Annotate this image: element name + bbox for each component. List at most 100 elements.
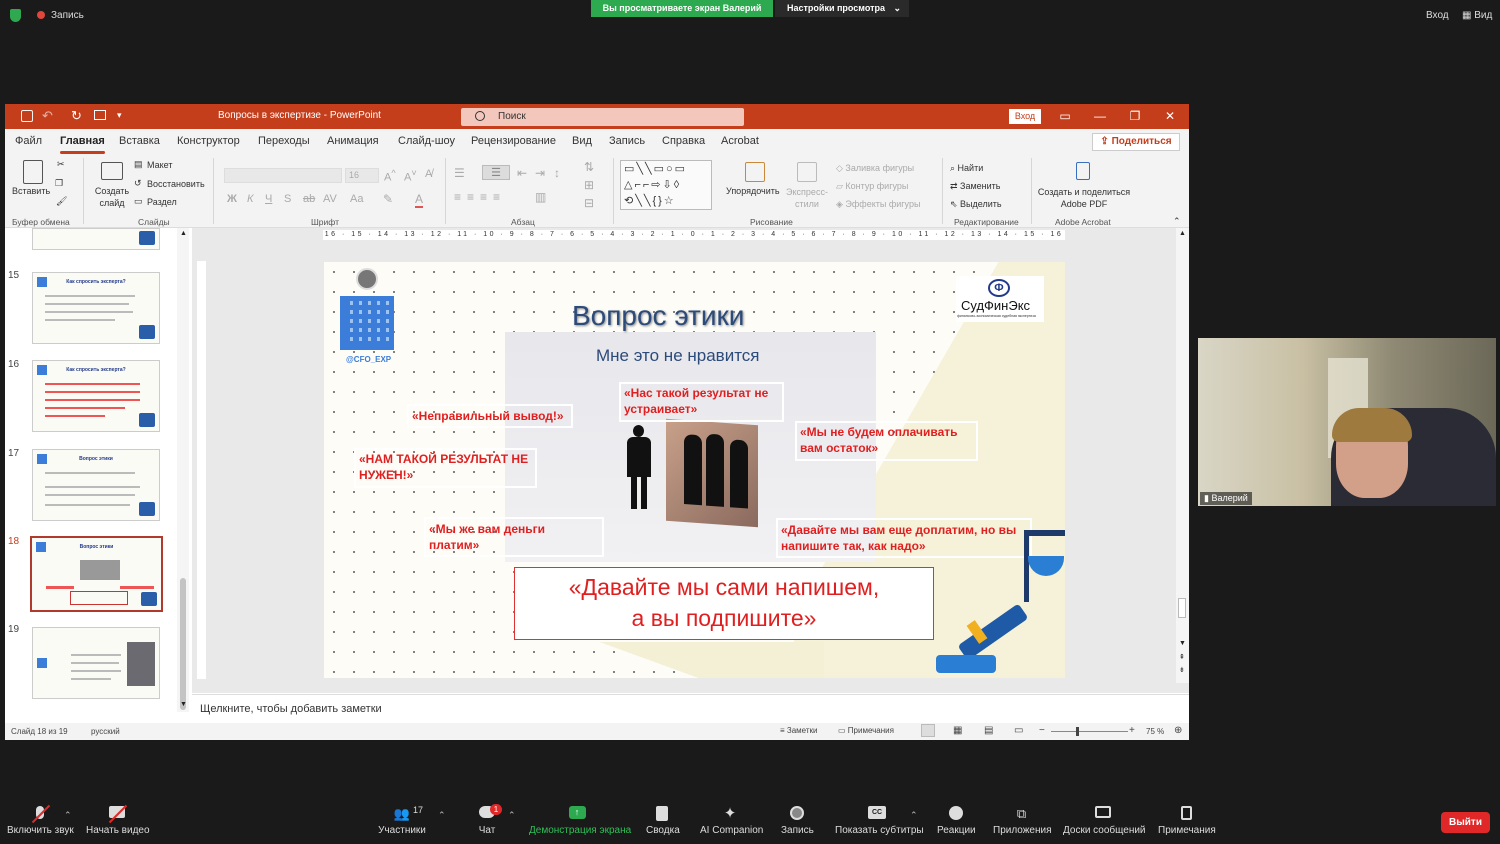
tab-home[interactable]: Главная [60, 135, 105, 154]
text-direction-icon[interactable]: ⇅ [584, 160, 594, 174]
apps-button[interactable]: ⧉ Приложения [993, 796, 1052, 836]
section-button[interactable]: Раздел [147, 197, 177, 207]
share-screen-button[interactable]: ↑ Демонстрация экрана [529, 796, 631, 836]
highlight-icon[interactable]: ✎ [383, 192, 393, 206]
notes-toggle[interactable]: ≡ Заметки [780, 726, 818, 735]
tab-view[interactable]: Вид [572, 135, 592, 147]
ai-companion-button[interactable]: ✦ AI Companion [700, 796, 763, 837]
tab-file[interactable]: Файл [15, 135, 42, 147]
quick-styles-icon[interactable] [797, 162, 817, 182]
replace-button[interactable]: ⇄ Заменить [950, 181, 1001, 192]
scroll-down-icon[interactable]: ▼ [1179, 640, 1186, 647]
decrease-font-icon[interactable]: A˅ [404, 168, 417, 184]
tab-insert[interactable]: Вставка [119, 135, 160, 147]
restore-icon[interactable]: ❐ [1125, 108, 1145, 125]
tab-help[interactable]: Справка [662, 135, 705, 147]
notes-pane[interactable]: Щелкните, чтобы добавить заметки [192, 694, 1189, 723]
font-name-select[interactable] [224, 168, 342, 183]
reading-view-icon[interactable]: ▤ [984, 725, 993, 736]
recording-label[interactable]: Запись [51, 10, 84, 21]
reset-button[interactable]: Восстановить [147, 179, 205, 189]
audio-options-chevron-icon[interactable]: ⌃ [64, 810, 72, 821]
slide-sorter-icon[interactable]: ▦ [953, 725, 962, 736]
line-spacing-icon[interactable]: ↕ [554, 166, 560, 180]
slide-thumbnail-16[interactable]: Как спросить эксперта? [32, 360, 160, 432]
underline-button[interactable]: Ч [265, 193, 272, 205]
cut-icon[interactable]: ✂ [57, 159, 65, 170]
tab-record[interactable]: Запись [609, 135, 645, 147]
arrange-icon[interactable] [745, 162, 765, 182]
chat-button[interactable]: Чат [475, 796, 499, 836]
scroll-up-icon[interactable]: ▲ [1179, 230, 1186, 237]
undo-icon[interactable]: ↶ [42, 108, 53, 124]
tab-acrobat[interactable]: Acrobat [721, 135, 759, 147]
enter-fullscreen-button[interactable]: Вход [1426, 10, 1449, 21]
increase-font-icon[interactable]: A^ [384, 168, 396, 184]
align-text-icon[interactable]: ⊞ [584, 178, 594, 192]
shapes-gallery[interactable]: ▭╲╲▭○▭ △⌐⌐⇨⇩◊ ⟲╲╲{}☆ [620, 160, 712, 210]
tab-animations[interactable]: Анимация [327, 135, 379, 147]
editor-scrollbar[interactable]: ▲ ▼ ⇞ ⇟ [1176, 228, 1189, 683]
slide-thumbnail-15[interactable]: Как спросить эксперта? [32, 272, 160, 344]
pdf-icon[interactable] [1076, 162, 1090, 180]
font-color-icon[interactable]: A [415, 192, 424, 208]
decrease-indent-icon[interactable]: ⇤ [517, 166, 527, 180]
zoom-level[interactable]: 75 % [1146, 727, 1164, 736]
change-case-icon[interactable]: Aa [350, 193, 363, 205]
minimize-icon[interactable]: — [1090, 108, 1110, 125]
notes-placeholder[interactable]: Щелкните, чтобы добавить заметки [200, 703, 382, 715]
slide-thumbnail-17[interactable]: Вопрос этики [32, 449, 160, 521]
next-slide-icon[interactable]: ⇟ [1179, 666, 1185, 674]
slide-thumbnail-18-selected[interactable]: Вопрос этики [30, 536, 163, 612]
slide-thumbnail-19[interactable] [32, 627, 160, 699]
close-icon[interactable]: ✕ [1160, 108, 1180, 125]
leave-button[interactable]: Выйти [1441, 812, 1490, 833]
smartart-icon[interactable]: ⊟ [584, 196, 594, 210]
shape-fill-button[interactable]: ◇ Заливка фигуры [836, 163, 914, 174]
comments-toggle[interactable]: ▭ Примечания [838, 726, 894, 735]
normal-view-icon[interactable] [921, 724, 935, 737]
format-painter-icon[interactable]: 🖌 [56, 196, 67, 207]
participants-options-chevron-icon[interactable]: ⌃ [438, 810, 446, 821]
clear-format-icon[interactable]: A̸ [425, 168, 432, 180]
prev-slide-icon[interactable]: ⇞ [1179, 653, 1185, 661]
copy-icon[interactable]: ❐ [55, 178, 63, 189]
present-icon[interactable] [94, 110, 106, 120]
view-button[interactable]: ▦ Вид [1462, 10, 1492, 21]
zoom-in-icon[interactable]: + [1129, 725, 1135, 736]
record-button[interactable]: Запись [781, 796, 814, 836]
shadow-button[interactable]: S [284, 193, 291, 205]
numbering-icon[interactable]: ☰ [482, 165, 510, 180]
customize-icon[interactable]: ▾ [117, 110, 122, 121]
language-indicator[interactable]: русский [91, 727, 120, 736]
collapse-ribbon-icon[interactable]: ⌃ [1173, 216, 1181, 227]
scrollbar-thumb[interactable] [180, 578, 186, 710]
columns-icon[interactable]: ▥ [535, 190, 546, 204]
zoom-slider-thumb[interactable] [1076, 727, 1079, 736]
sign-in-button[interactable]: Вход [1009, 109, 1041, 124]
arrange-button[interactable]: Упорядочить [726, 186, 780, 196]
italic-button[interactable]: К [247, 193, 253, 205]
participant-video[interactable]: ▮ Валерий [1198, 338, 1496, 506]
find-button[interactable]: ⌕ Найти [950, 163, 983, 174]
summary-button[interactable]: Сводка [646, 796, 680, 836]
select-button[interactable]: ⇖ Выделить [950, 199, 1002, 210]
align-buttons[interactable]: ≡≡≡≡ [454, 190, 506, 204]
bold-button[interactable]: Ж [227, 193, 237, 205]
redo-icon[interactable]: ↻ [71, 108, 82, 124]
slide-thumbnail-14[interactable] [32, 228, 160, 250]
captions-button[interactable]: CC Показать субтитры [835, 796, 924, 836]
zoom-slider[interactable] [1051, 731, 1128, 732]
search-input[interactable]: Поиск [461, 108, 744, 126]
tab-slideshow[interactable]: Слайд-шоу [398, 135, 455, 147]
save-icon[interactable] [21, 110, 33, 122]
tab-review[interactable]: Рецензирование [471, 135, 556, 147]
start-video-button[interactable]: Начать видео [86, 796, 150, 836]
zoom-out-icon[interactable]: − [1039, 725, 1045, 736]
slideshow-icon[interactable]: ▭ [1014, 725, 1023, 736]
scroll-down-icon[interactable]: ▼ [180, 701, 187, 708]
increase-indent-icon[interactable]: ⇥ [535, 166, 545, 180]
participants-button[interactable]: 👥 Участники [378, 796, 426, 836]
captions-options-chevron-icon[interactable]: ⌃ [910, 810, 918, 821]
new-slide-button[interactable]: Создать слайд [94, 185, 130, 209]
